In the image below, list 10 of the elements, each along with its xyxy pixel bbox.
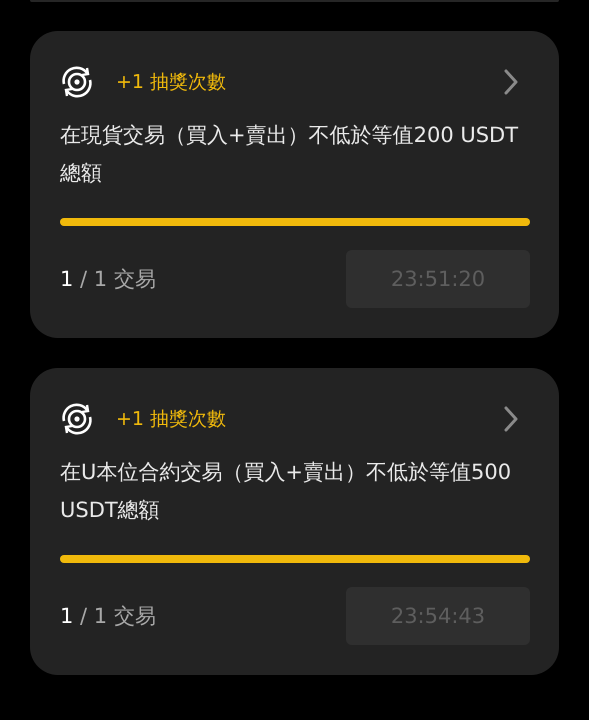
reward-label: +1 抽獎次數 bbox=[116, 70, 228, 95]
chevron-right-icon[interactable] bbox=[504, 406, 518, 432]
progress-count: 1 / 1 交易 bbox=[60, 266, 156, 293]
task-description: 在現貨交易（買入+賣出）不低於等值200 USDT總額 bbox=[60, 122, 520, 187]
progress-count: 1 / 1 交易 bbox=[60, 603, 156, 630]
target-refresh-icon bbox=[60, 402, 94, 436]
target-refresh-icon bbox=[60, 65, 94, 99]
chevron-right-icon[interactable] bbox=[504, 69, 518, 95]
task-description: 在U本位合約交易（買入+賣出）不低於等值500 USDT總額 bbox=[60, 459, 512, 524]
reward-label: +1 抽獎次數 bbox=[116, 407, 228, 432]
